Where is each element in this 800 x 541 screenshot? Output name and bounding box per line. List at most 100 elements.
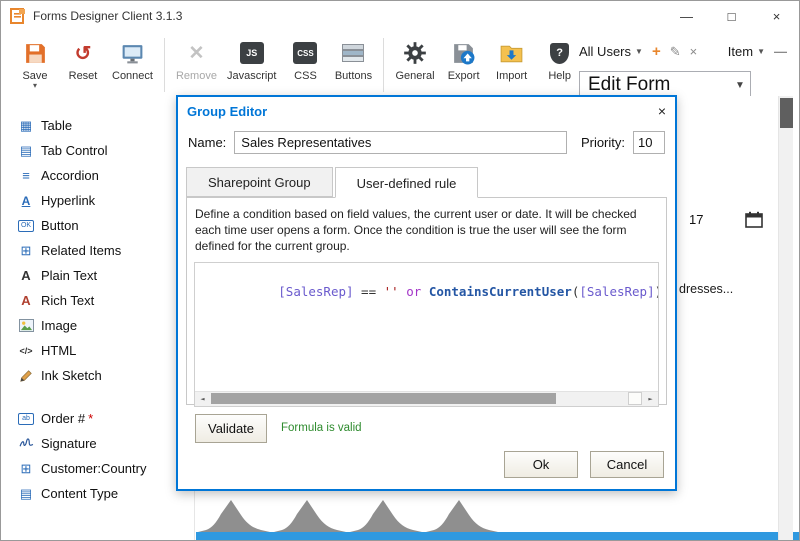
selection-highlight-bar	[196, 532, 800, 541]
sidebar-item-order[interactable]: ab Order # *	[1, 406, 194, 431]
ink-sketch-drawing	[198, 498, 498, 532]
save-dropdown-caret[interactable]: ▾	[33, 82, 37, 89]
sidebar-item-html[interactable]: </> HTML	[1, 338, 194, 363]
titlebar: Forms Designer Client 3.1.3 — □ ×	[1, 1, 799, 31]
delete-group-icon[interactable]: ×	[690, 44, 698, 59]
lookup-field-icon: ⊞	[15, 461, 37, 477]
css-icon: CSS	[293, 37, 317, 69]
plain-text-icon: A	[15, 268, 37, 283]
horizontal-scrollbar[interactable]: ◄ ►	[195, 391, 658, 406]
date-field[interactable]: 17	[689, 211, 763, 228]
content-type-icon: ▤	[15, 486, 37, 502]
add-group-icon[interactable]: +	[652, 43, 661, 60]
sidebar-item-tab-control[interactable]: ▤ Tab Control	[1, 138, 194, 163]
reset-button[interactable]: ↺ Reset	[64, 37, 102, 82]
user-group-caret-icon[interactable]: ▼	[635, 47, 643, 56]
shield-help-icon: ?	[550, 37, 569, 69]
maximize-button[interactable]: □	[709, 1, 754, 31]
close-button[interactable]: ×	[754, 1, 799, 31]
rule-description: Define a condition based on field values…	[187, 198, 666, 257]
textbox-field-icon: ab	[18, 413, 34, 425]
css-button[interactable]: CSS CSS	[286, 37, 324, 82]
scrollbar-corner-gripper[interactable]	[628, 392, 642, 405]
formula-token-function: ContainsCurrentUser	[429, 284, 572, 299]
formula-editor[interactable]: [SalesRep] == '' or ContainsCurrentUser(…	[194, 262, 659, 407]
scroll-right-arrow-icon[interactable]: ►	[643, 395, 658, 403]
import-button[interactable]: Import	[493, 37, 531, 82]
formula-token-string: ''	[384, 284, 399, 299]
ok-button[interactable]: Ok	[504, 451, 578, 478]
sidebar-item-signature[interactable]: Signature	[1, 431, 194, 456]
sidebar-item-hyperlink[interactable]: A Hyperlink	[1, 188, 194, 213]
priority-input[interactable]	[633, 131, 665, 154]
cancel-button[interactable]: Cancel	[590, 451, 664, 478]
date-field-value: 17	[689, 212, 703, 227]
export-button[interactable]: Export	[445, 37, 483, 82]
html-code-icon: </>	[15, 346, 37, 356]
sidebar-item-plain-text[interactable]: A Plain Text	[1, 263, 194, 288]
remove-item-icon[interactable]: —	[774, 44, 787, 59]
buttons-button[interactable]: Buttons	[334, 37, 372, 82]
sidebar-item-customer-country[interactable]: ⊞ Customer:Country	[1, 456, 194, 481]
validate-button[interactable]: Validate	[195, 414, 267, 443]
formula-token-keyword: or	[399, 284, 429, 299]
sidebar-item-image[interactable]: Image	[1, 313, 194, 338]
form-type-value: Edit Form	[580, 74, 730, 96]
priority-label: Priority:	[581, 135, 625, 150]
dialog-close-icon[interactable]: ×	[658, 104, 666, 118]
related-items-icon: ⊞	[15, 243, 37, 259]
edit-group-icon[interactable]: ✎	[670, 44, 681, 60]
name-label: Name:	[188, 135, 226, 150]
reset-icon: ↺	[75, 37, 92, 69]
validate-row: Validate Formula is valid	[195, 414, 666, 443]
tab-control-icon: ▤	[15, 143, 37, 159]
dialog-header: Group Editor ×	[178, 97, 675, 119]
window-title: Forms Designer Client 3.1.3	[33, 9, 182, 23]
help-button[interactable]: ? Help	[541, 37, 579, 82]
sidebar-item-content-type[interactable]: ▤ Content Type	[1, 481, 194, 506]
formula-token-operator: ==	[354, 284, 384, 299]
sidebar-section-gap	[1, 388, 194, 406]
remove-icon: ✕	[189, 37, 205, 69]
image-icon	[15, 319, 37, 332]
buttons-icon	[342, 37, 364, 69]
rule-panel: Define a condition based on field values…	[186, 197, 667, 405]
connect-icon	[120, 37, 145, 69]
date-picker-icon[interactable]	[745, 211, 763, 228]
general-button[interactable]: General	[395, 37, 434, 82]
dialog-footer: Ok Cancel	[504, 451, 664, 478]
item-caret-icon[interactable]: ▼	[757, 47, 765, 56]
sidebar-item-rich-text[interactable]: A Rich Text	[1, 288, 194, 313]
tab-user-defined-rule[interactable]: User-defined rule	[335, 167, 479, 198]
user-group-selector[interactable]: All Users	[579, 44, 631, 59]
connect-button[interactable]: Connect	[112, 37, 153, 82]
sidebar-item-related-items[interactable]: ⊞ Related Items	[1, 238, 194, 263]
remove-button[interactable]: ✕ Remove	[176, 37, 217, 82]
horizontal-scrollbar-thumb[interactable]	[211, 393, 556, 404]
controls-sidebar: ▦ Table ▤ Tab Control ≡ Accordion A Hype…	[1, 96, 195, 540]
addresses-link[interactable]: dresses...	[679, 282, 733, 296]
form-type-caret-icon[interactable]: ▼	[730, 80, 750, 91]
toolbar: Save ▾ ↺ Reset Connect ✕ Remove JS Javas…	[1, 31, 799, 96]
vertical-scrollbar[interactable]	[778, 96, 793, 541]
gear-icon	[402, 37, 428, 69]
save-button[interactable]: Save ▾	[16, 37, 54, 89]
sidebar-item-ink-sketch[interactable]: Ink Sketch	[1, 363, 194, 388]
table-icon: ▦	[15, 118, 37, 134]
group-editor-dialog: Group Editor × Name: Priority: Sharepoin…	[176, 95, 677, 491]
vertical-scrollbar-thumb[interactable]	[780, 98, 793, 128]
sidebar-item-accordion[interactable]: ≡ Accordion	[1, 163, 194, 188]
scroll-left-arrow-icon[interactable]: ◄	[195, 395, 210, 403]
button-control-icon: OK	[18, 220, 34, 232]
minimize-button[interactable]: —	[664, 1, 709, 31]
formula-text: [SalesRep] == '' or ContainsCurrentUser(…	[195, 263, 658, 320]
sidebar-item-table[interactable]: ▦ Table	[1, 113, 194, 138]
rich-text-icon: A	[15, 293, 37, 308]
name-input[interactable]	[234, 131, 567, 154]
sidebar-item-button[interactable]: OK Button	[1, 213, 194, 238]
javascript-button[interactable]: JS Javascript	[227, 37, 277, 82]
toolbar-separator	[164, 38, 165, 92]
app-logo-icon	[10, 8, 26, 24]
tab-sharepoint-group[interactable]: Sharepoint Group	[186, 167, 333, 197]
item-selector[interactable]: Item	[728, 44, 753, 59]
